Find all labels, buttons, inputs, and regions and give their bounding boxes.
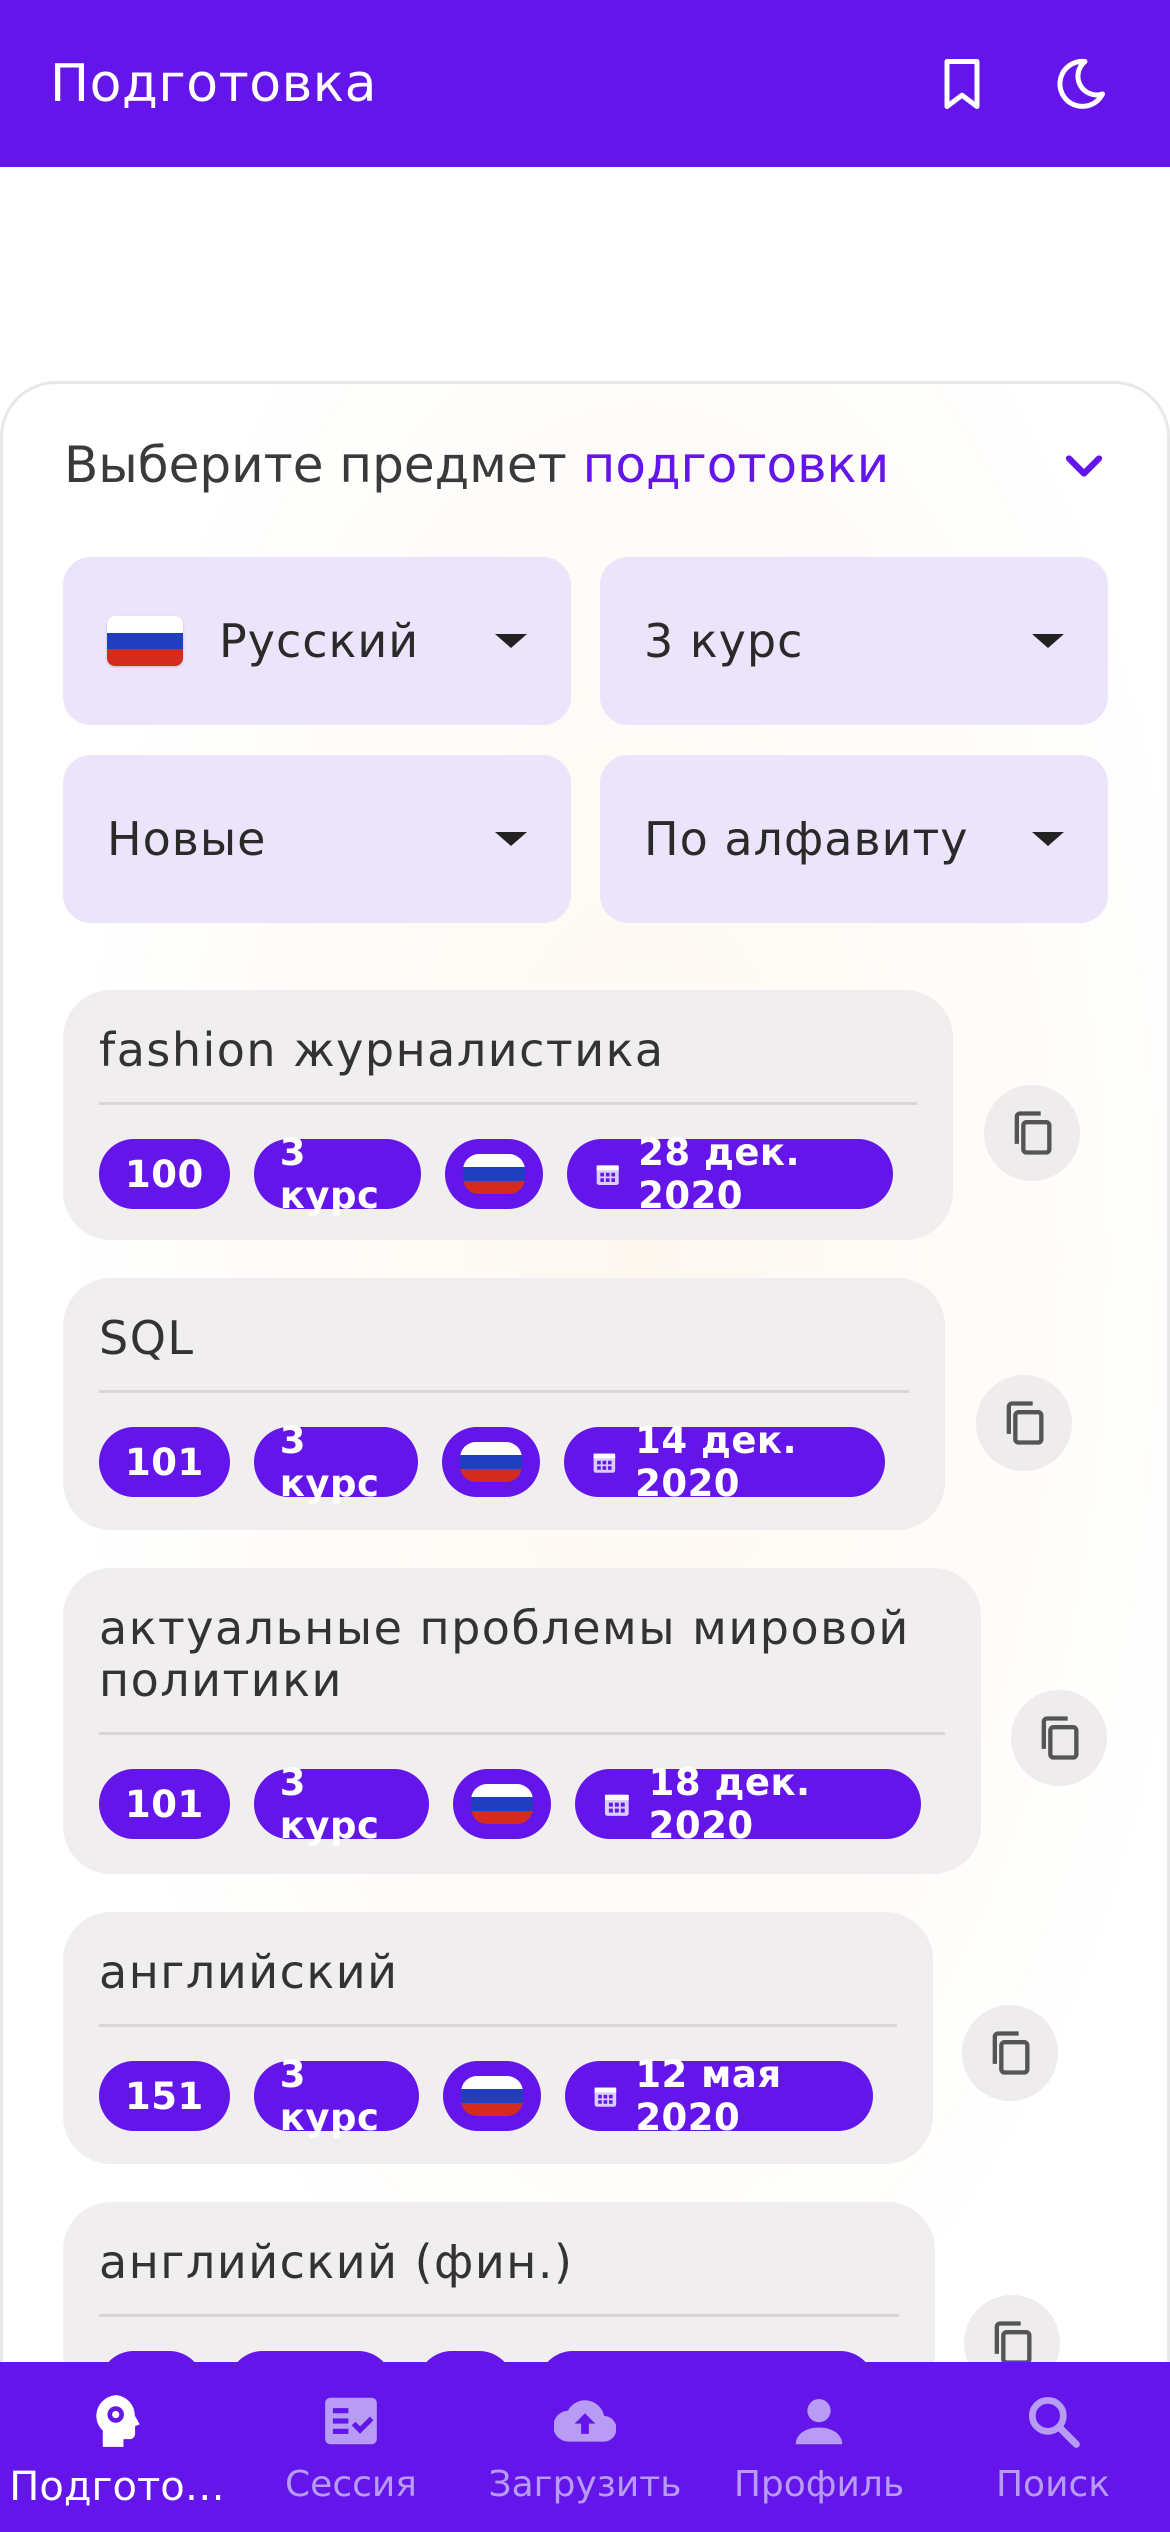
- language-chip: [452, 1769, 551, 1839]
- subject-item[interactable]: английский 151 3 курс 12 мая 2020: [63, 1912, 933, 2164]
- copy-button[interactable]: [984, 1085, 1080, 1181]
- subject-card-title: Выберите предмет подготовки: [64, 436, 889, 494]
- date-chip-label: 18 дек. 2020: [648, 1761, 811, 1847]
- date-chip: 28 дек. 2020: [566, 1131, 893, 1217]
- nav-label: Профиль: [733, 2464, 905, 2505]
- calendar-icon: [593, 1453, 616, 1473]
- copy-icon: [1006, 1401, 1044, 1445]
- cloud-upload-icon: [554, 2400, 616, 2442]
- russian-flag-icon: [462, 1154, 525, 1194]
- subject-item-title: актуальные проблемы мировой политики: [99, 1601, 910, 1707]
- divider: [99, 2024, 897, 2027]
- russian-flag-icon: [107, 616, 183, 666]
- copy-button[interactable]: [962, 2005, 1058, 2101]
- bookmark-icon[interactable]: [922, 44, 1002, 124]
- nav-label: Поиск: [995, 2464, 1111, 2505]
- person-icon: [795, 2399, 843, 2445]
- copy-icon: [1014, 1111, 1052, 1155]
- calendar-icon: [596, 1165, 619, 1186]
- language-select-value: Русский: [219, 614, 420, 668]
- language-chip: [442, 1427, 541, 1497]
- divider: [99, 1390, 909, 1393]
- dropdown-caret-icon: [495, 832, 527, 846]
- count-chip: 100: [99, 1139, 230, 1209]
- date-chip-label: 12 мая 2020: [635, 2053, 782, 2139]
- subject-card-header[interactable]: Выберите предмет подготовки: [64, 430, 1114, 500]
- russian-flag-icon: [470, 1784, 533, 1824]
- count-chip: 101: [99, 1769, 230, 1839]
- subject-item[interactable]: SQL 101 3 курс 14 дек. 2020: [63, 1278, 945, 1530]
- dropdown-caret-icon: [1032, 634, 1064, 648]
- nav-label: Подгото…: [9, 2464, 225, 2510]
- subject-item-title: SQL: [99, 1311, 195, 1365]
- copy-button[interactable]: [1011, 1690, 1107, 1786]
- copy-button[interactable]: [976, 1375, 1072, 1471]
- divider: [99, 1732, 945, 1735]
- sort-select[interactable]: По алфавиту: [600, 755, 1108, 923]
- nav-label: Загрузить: [488, 2464, 682, 2505]
- copy-icon: [992, 2031, 1030, 2075]
- count-chip: 101: [99, 1427, 230, 1497]
- course-chip: 3 курс: [253, 1131, 421, 1217]
- subject-item-title: английский (фин.): [99, 2235, 574, 2289]
- chevron-down-icon[interactable]: [1054, 436, 1114, 496]
- title-accent: подготовки: [582, 436, 890, 494]
- language-chip: [442, 2061, 541, 2131]
- nav-item-search[interactable]: Поиск: [936, 2362, 1170, 2532]
- course-select[interactable]: 3 курс: [600, 557, 1108, 725]
- sort-select-value: По алфавиту: [644, 812, 969, 866]
- copy-icon: [1041, 1716, 1079, 1760]
- type-select-value: Новые: [107, 812, 267, 866]
- language-chip: [444, 1139, 543, 1209]
- page-title: Подготовка: [50, 53, 378, 114]
- moon-icon[interactable]: [1040, 44, 1120, 124]
- date-chip-label: 28 дек. 2020: [638, 1131, 801, 1217]
- dropdown-caret-icon: [495, 634, 527, 648]
- date-chip-label: 14 дек. 2020: [635, 1419, 798, 1505]
- subject-item[interactable]: актуальные проблемы мировой политики 101…: [63, 1568, 981, 1874]
- course-chip: 3 курс: [253, 2053, 419, 2139]
- nav-item-upload[interactable]: Загрузить: [468, 2362, 702, 2532]
- subject-item-title: английский: [99, 1945, 399, 1999]
- russian-flag-icon: [460, 1442, 523, 1482]
- divider: [99, 2314, 899, 2317]
- subject-item-title: fashion журналистика: [99, 1023, 665, 1077]
- russian-flag-icon: [460, 2076, 523, 2116]
- subject-item[interactable]: fashion журналистика 100 3 курс 28 дек. …: [63, 990, 953, 1240]
- course-select-value: 3 курс: [644, 614, 804, 668]
- search-icon: [1028, 2396, 1080, 2448]
- date-chip: 18 дек. 2020: [574, 1761, 921, 1847]
- course-chip: 3 курс: [253, 1419, 419, 1505]
- head-gear-icon: [96, 2395, 140, 2447]
- nav-item-preparation[interactable]: Подгото…: [0, 2362, 234, 2532]
- count-chip: 151: [99, 2061, 230, 2131]
- calendar-icon: [594, 2087, 616, 2107]
- type-select[interactable]: Новые: [63, 755, 571, 923]
- language-select[interactable]: Русский: [63, 557, 571, 725]
- nav-label: Сессия: [285, 2464, 417, 2505]
- dropdown-caret-icon: [1032, 832, 1064, 846]
- nav-item-profile[interactable]: Профиль: [702, 2362, 936, 2532]
- course-chip: 3 курс: [253, 1761, 429, 1847]
- nav-item-session[interactable]: Сессия: [234, 2362, 468, 2532]
- checklist-icon: [325, 2397, 377, 2445]
- app-bar: Подготовка: [0, 0, 1170, 167]
- title-prefix: Выберите предмет: [64, 436, 583, 494]
- calendar-icon: [604, 1794, 629, 1816]
- bottom-navigation: Подгото… Сессия Загрузить Профиль Поиск: [0, 2362, 1170, 2532]
- divider: [99, 1102, 917, 1105]
- date-chip: 12 мая 2020: [564, 2053, 873, 2139]
- date-chip: 14 дек. 2020: [564, 1419, 885, 1505]
